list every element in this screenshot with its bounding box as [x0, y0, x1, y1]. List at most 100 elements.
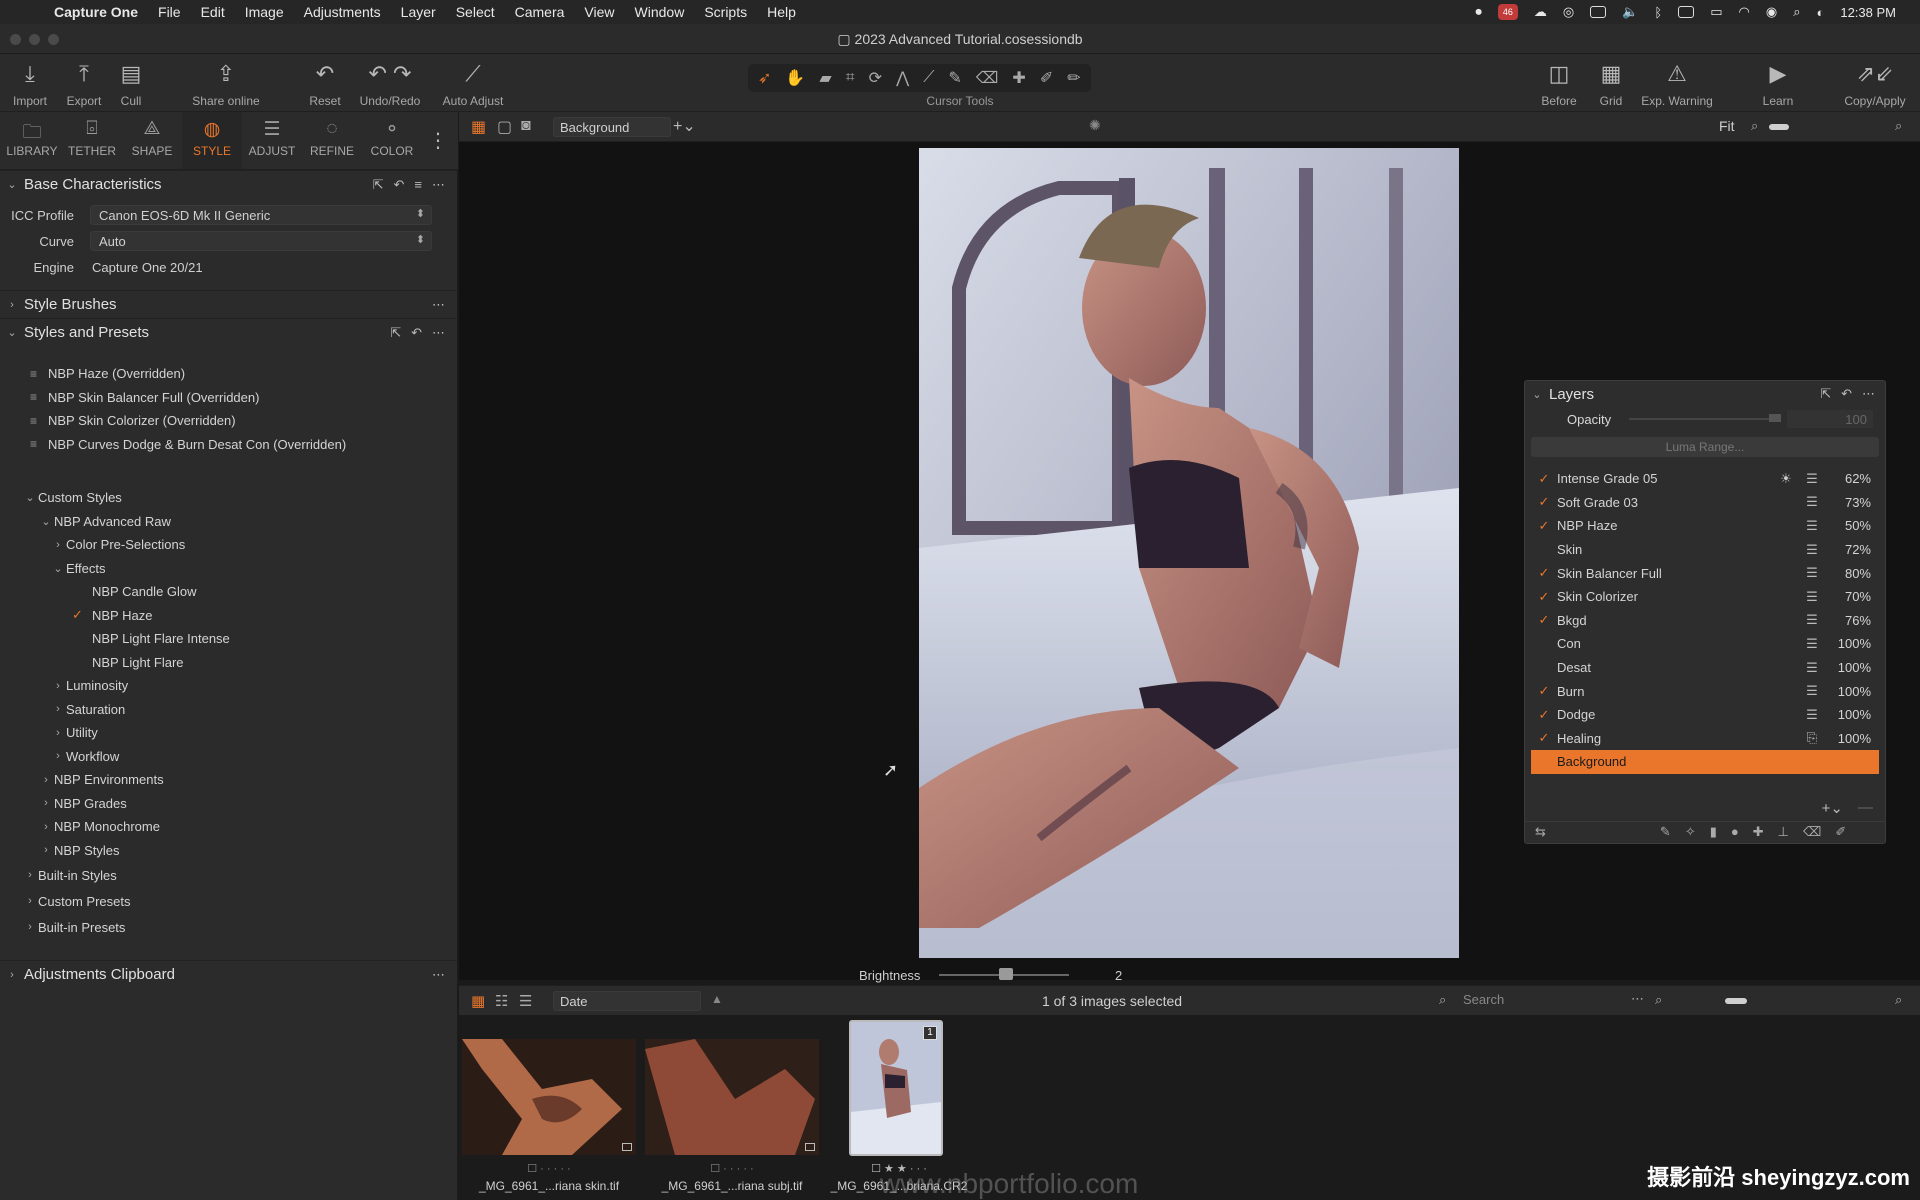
- clone-icon[interactable]: ⊥: [1778, 824, 1789, 841]
- menu-scripts[interactable]: Scripts: [704, 4, 747, 20]
- tree-haze[interactable]: ✓ NBP Haze: [0, 604, 457, 628]
- search-input[interactable]: Search: [1457, 990, 1637, 1010]
- learn-button[interactable]: ▶ Learn: [1758, 60, 1798, 108]
- tree-saturation[interactable]: › Saturation: [0, 698, 457, 722]
- crop-icon[interactable]: ⌗: [846, 69, 855, 87]
- opacity-slider[interactable]: [1629, 418, 1779, 420]
- thumbnail[interactable]: [462, 1039, 636, 1155]
- rating-stars[interactable]: ☐ · · · · ·: [642, 1162, 822, 1175]
- add-layer-icon[interactable]: +⌄: [673, 116, 696, 136]
- layer-enabled-checkbox[interactable]: ✓: [1531, 589, 1557, 605]
- zoom-in-icon[interactable]: ⌕: [1895, 118, 1902, 134]
- layer-row[interactable]: ✓ Dodge ☰ 100%: [1531, 703, 1879, 727]
- opacity-value[interactable]: 100: [1787, 410, 1873, 428]
- applied-style[interactable]: ≡ NBP Curves Dodge & Burn Desat Con (Over…: [0, 433, 457, 457]
- tree-custom-presets[interactable]: › Custom Presets: [0, 888, 457, 914]
- layer-opacity[interactable]: 100%: [1825, 636, 1879, 651]
- remove-layer-icon[interactable]: —: [1858, 799, 1873, 816]
- menu-file[interactable]: File: [158, 4, 181, 20]
- more-icon[interactable]: ⋯: [432, 325, 445, 341]
- tab-library[interactable]: 🗀 LIBRARY: [2, 112, 62, 169]
- heal-icon[interactable]: ✚: [1753, 824, 1764, 841]
- more-icon[interactable]: ⋯: [432, 177, 445, 193]
- tab-shape[interactable]: ⟁ SHAPE: [122, 112, 182, 169]
- tree-light-flare-intense[interactable]: NBP Light Flare Intense: [0, 627, 457, 651]
- drag-handle-icon[interactable]: ≡: [30, 390, 48, 404]
- tree-nbp-advanced-raw[interactable]: ⌄ NBP Advanced Raw: [0, 510, 457, 534]
- layer-adjustments-icon[interactable]: ☰: [1799, 683, 1825, 699]
- pan-icon[interactable]: ✋: [785, 68, 805, 88]
- menu-adjustments[interactable]: Adjustments: [304, 4, 381, 20]
- layer-opacity[interactable]: 73%: [1825, 495, 1879, 510]
- layer-enabled-checkbox[interactable]: ✓: [1531, 683, 1557, 699]
- layer-row[interactable]: ✓ Skin Balancer Full ☰ 80%: [1531, 561, 1879, 585]
- opacity-slider-handle[interactable]: [1769, 414, 1781, 422]
- layer-adjustments-icon[interactable]: ☰: [1799, 542, 1825, 558]
- brush-icon[interactable]: ✎: [948, 68, 961, 88]
- base-characteristics-header[interactable]: ⌄ Base Characteristics ⇱ ↶ ≡ ⋯: [0, 170, 457, 198]
- tree-builtin-presets[interactable]: › Built-in Presets: [0, 914, 457, 940]
- layer-enabled-checkbox[interactable]: ✓: [1531, 612, 1557, 628]
- tree-luminosity[interactable]: › Luminosity: [0, 674, 457, 698]
- single-view-icon[interactable]: ▢: [497, 117, 512, 137]
- layer-adjustments-icon[interactable]: ☰: [1799, 518, 1825, 534]
- layer-adjustments-icon[interactable]: ☰: [1799, 565, 1825, 581]
- layer-opacity[interactable]: 70%: [1825, 589, 1879, 604]
- layer-opacity[interactable]: 76%: [1825, 613, 1879, 628]
- screen-icon[interactable]: [1678, 6, 1695, 18]
- layer-adjustments-icon[interactable]: ☰: [1799, 471, 1825, 487]
- layer-opacity[interactable]: 100%: [1825, 731, 1879, 746]
- menu-layer[interactable]: Layer: [401, 4, 436, 20]
- spotlight-search-icon[interactable]: ⌕: [1793, 4, 1800, 20]
- tree-utility[interactable]: › Utility: [0, 721, 457, 745]
- rating-stars[interactable]: ☐ · · · · ·: [459, 1162, 639, 1175]
- thumbnail[interactable]: [645, 1039, 819, 1155]
- thumb-size-slider[interactable]: [1725, 998, 1747, 1004]
- applied-style[interactable]: ≡ NBP Skin Balancer Full (Overridden): [0, 386, 457, 410]
- tree-candle-glow[interactable]: NBP Candle Glow: [0, 580, 457, 604]
- display-icon[interactable]: [1590, 6, 1607, 18]
- layer-opacity[interactable]: 50%: [1825, 518, 1879, 533]
- annotate-icon[interactable]: ✏: [1067, 68, 1080, 88]
- tree-workflow[interactable]: › Workflow: [0, 745, 457, 769]
- layer-adjustments-icon[interactable]: ☰: [1799, 660, 1825, 676]
- control-center-icon[interactable]: ◐: [1816, 5, 1824, 20]
- adjustments-clipboard-header[interactable]: › Adjustments Clipboard ⋯: [0, 960, 457, 988]
- layer-adjustments-icon[interactable]: ☰: [1799, 494, 1825, 510]
- before-button[interactable]: ◫ Before: [1536, 60, 1582, 108]
- layer-adjustments-icon[interactable]: ☰: [1799, 612, 1825, 628]
- layer-enabled-checkbox[interactable]: ✓: [1531, 730, 1557, 746]
- more-icon[interactable]: ⋯: [432, 297, 445, 313]
- zoom-out-icon[interactable]: ⌕: [1751, 118, 1758, 134]
- volume-icon[interactable]: 🔈: [1622, 4, 1638, 20]
- record-icon[interactable]: ⏺: [1475, 4, 1482, 20]
- linear-gradient-icon[interactable]: ▮: [1710, 824, 1717, 841]
- tree-environments[interactable]: › NBP Environments: [0, 768, 457, 792]
- layer-opacity[interactable]: 100%: [1825, 707, 1879, 722]
- battery-icon[interactable]: ▭: [1710, 4, 1722, 20]
- luma-range-button[interactable]: Luma Range...: [1531, 437, 1879, 457]
- auto-adjust-button[interactable]: ⟋ Auto Adjust: [438, 60, 508, 108]
- grid-button[interactable]: ▦ Grid: [1596, 60, 1626, 108]
- drag-handle-icon[interactable]: ≡: [30, 367, 48, 381]
- layers-header[interactable]: ⌄ Layers ⇱ ↶ ⋯: [1525, 381, 1885, 407]
- layer-row[interactable]: Con ☰ 100%: [1531, 632, 1879, 656]
- layer-enabled-checkbox[interactable]: ✓: [1531, 565, 1557, 581]
- radial-gradient-icon[interactable]: ●: [1731, 824, 1739, 841]
- layer-opacity[interactable]: 100%: [1825, 660, 1879, 675]
- more-tabs-icon[interactable]: ⋮: [428, 112, 448, 169]
- layer-row[interactable]: ✓ Skin Colorizer ☰ 70%: [1531, 585, 1879, 609]
- cull-button[interactable]: ▤ Cull: [114, 60, 148, 108]
- layer-row[interactable]: ✓ Intense Grade 05 ☀ ☰ 62%: [1531, 467, 1879, 491]
- magic-brush-icon[interactable]: ✧: [1685, 824, 1696, 841]
- gradient-icon[interactable]: ✐: [1040, 68, 1053, 88]
- thumb-size-large-icon[interactable]: ⌕: [1895, 992, 1902, 1008]
- applied-style[interactable]: ≡ NBP Skin Colorizer (Overridden): [0, 409, 457, 433]
- styles-presets-header[interactable]: ⌄ Styles and Presets ⇱ ↶ ⋯: [0, 318, 457, 346]
- reset-icon[interactable]: ↶: [394, 177, 405, 193]
- applied-style[interactable]: ≡ NBP Haze (Overridden): [0, 362, 457, 386]
- rotate-icon[interactable]: ⟳: [869, 68, 882, 88]
- main-photo[interactable]: [919, 148, 1459, 958]
- layer-enabled-checkbox[interactable]: ✓: [1531, 518, 1557, 534]
- export-button[interactable]: ⤒ Export: [60, 60, 108, 108]
